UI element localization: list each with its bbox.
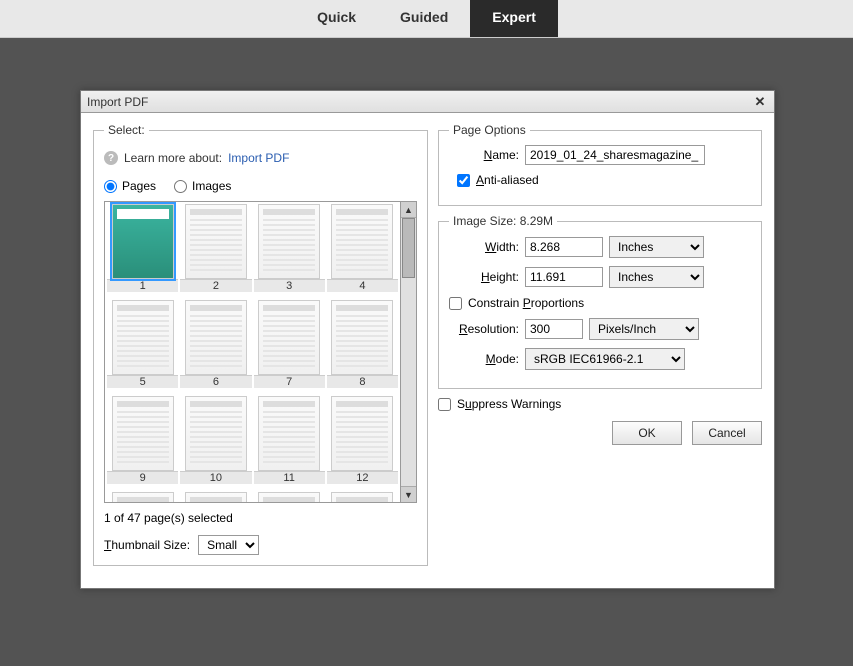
page-thumb[interactable]: 12 xyxy=(327,396,398,490)
page-thumb[interactable]: 11 xyxy=(254,396,325,490)
cancel-button[interactable]: Cancel xyxy=(692,421,762,445)
width-unit-select[interactable]: Inches xyxy=(609,236,704,258)
page-thumb[interactable]: 3 xyxy=(254,204,325,298)
close-icon[interactable]: ✕ xyxy=(752,94,768,110)
help-icon[interactable]: ? xyxy=(104,151,118,165)
scroll-down-icon[interactable]: ▼ xyxy=(401,486,416,502)
mode-label: Mode: xyxy=(449,352,519,366)
page-thumb[interactable]: 10 xyxy=(180,396,251,490)
page-thumb[interactable] xyxy=(180,492,251,502)
dialog-title: Import PDF xyxy=(87,95,752,109)
tab-guided[interactable]: Guided xyxy=(378,0,470,37)
page-thumb[interactable] xyxy=(327,492,398,502)
radio-pages[interactable]: Pages xyxy=(104,179,156,193)
radio-images[interactable]: Images xyxy=(174,179,231,193)
width-field[interactable] xyxy=(525,237,603,257)
page-options-legend: Page Options xyxy=(449,123,530,137)
resolution-unit-select[interactable]: Pixels/Inch xyxy=(589,318,699,340)
resolution-field[interactable] xyxy=(525,319,583,339)
page-thumb[interactable]: 9 xyxy=(107,396,178,490)
select-legend: Select: xyxy=(104,123,149,137)
height-label: Height: xyxy=(449,270,519,284)
import-pdf-dialog: Import PDF ✕ Select: ? Learn more about:… xyxy=(80,90,775,589)
constrain-checkbox[interactable] xyxy=(449,297,462,310)
width-label: Width: xyxy=(449,240,519,254)
height-field[interactable] xyxy=(525,267,603,287)
anti-aliased-checkbox[interactable] xyxy=(457,174,470,187)
mode-select[interactable]: sRGB IEC61966-2.1 xyxy=(525,348,685,370)
page-options-group: Page Options Name: Anti-aliased xyxy=(438,123,762,206)
select-group: Select: ? Learn more about: Import PDF P… xyxy=(93,123,428,566)
scroll-handle[interactable] xyxy=(402,218,415,278)
constrain-label: Constrain Proportions xyxy=(468,296,584,310)
suppress-warnings-checkbox[interactable] xyxy=(438,398,451,411)
resolution-label: Resolution: xyxy=(449,322,519,336)
thumbs-scrollbar[interactable]: ▲ ▼ xyxy=(400,202,416,502)
page-thumb[interactable]: 8 xyxy=(327,300,398,394)
tab-quick[interactable]: Quick xyxy=(295,0,378,37)
learn-more-label: Learn more about: xyxy=(124,151,222,165)
page-thumbnail-grid[interactable]: 1 2 3 4 5 6 7 8 9 10 11 12 xyxy=(105,202,400,502)
ok-button[interactable]: OK xyxy=(612,421,682,445)
selection-status: 1 of 47 page(s) selected xyxy=(104,511,417,525)
page-thumb[interactable]: 1 xyxy=(107,204,178,298)
name-label: Name: xyxy=(449,148,519,162)
page-thumb[interactable] xyxy=(254,492,325,502)
name-field[interactable] xyxy=(525,145,705,165)
dialog-titlebar: Import PDF ✕ xyxy=(81,91,774,113)
page-thumb[interactable]: 2 xyxy=(180,204,251,298)
page-thumb[interactable]: 5 xyxy=(107,300,178,394)
image-size-group: Image Size: 8.29M Width: Inches Height: … xyxy=(438,214,762,389)
height-unit-select[interactable]: Inches xyxy=(609,266,704,288)
mode-tabs: Quick Guided Expert xyxy=(0,0,853,38)
tab-expert[interactable]: Expert xyxy=(470,0,558,37)
page-thumb[interactable]: 4 xyxy=(327,204,398,298)
scroll-up-icon[interactable]: ▲ xyxy=(401,202,416,218)
page-thumb[interactable]: 7 xyxy=(254,300,325,394)
page-thumb[interactable]: 6 xyxy=(180,300,251,394)
page-thumb[interactable] xyxy=(107,492,178,502)
thumb-size-label: Thumbnail Size: xyxy=(104,538,190,552)
suppress-warnings-label: Suppress Warnings xyxy=(457,397,561,411)
learn-more-link[interactable]: Import PDF xyxy=(228,151,289,165)
thumb-size-select[interactable]: Small xyxy=(198,535,259,555)
anti-aliased-label: Anti-aliased xyxy=(476,173,539,187)
image-size-legend: Image Size: 8.29M xyxy=(449,214,557,228)
